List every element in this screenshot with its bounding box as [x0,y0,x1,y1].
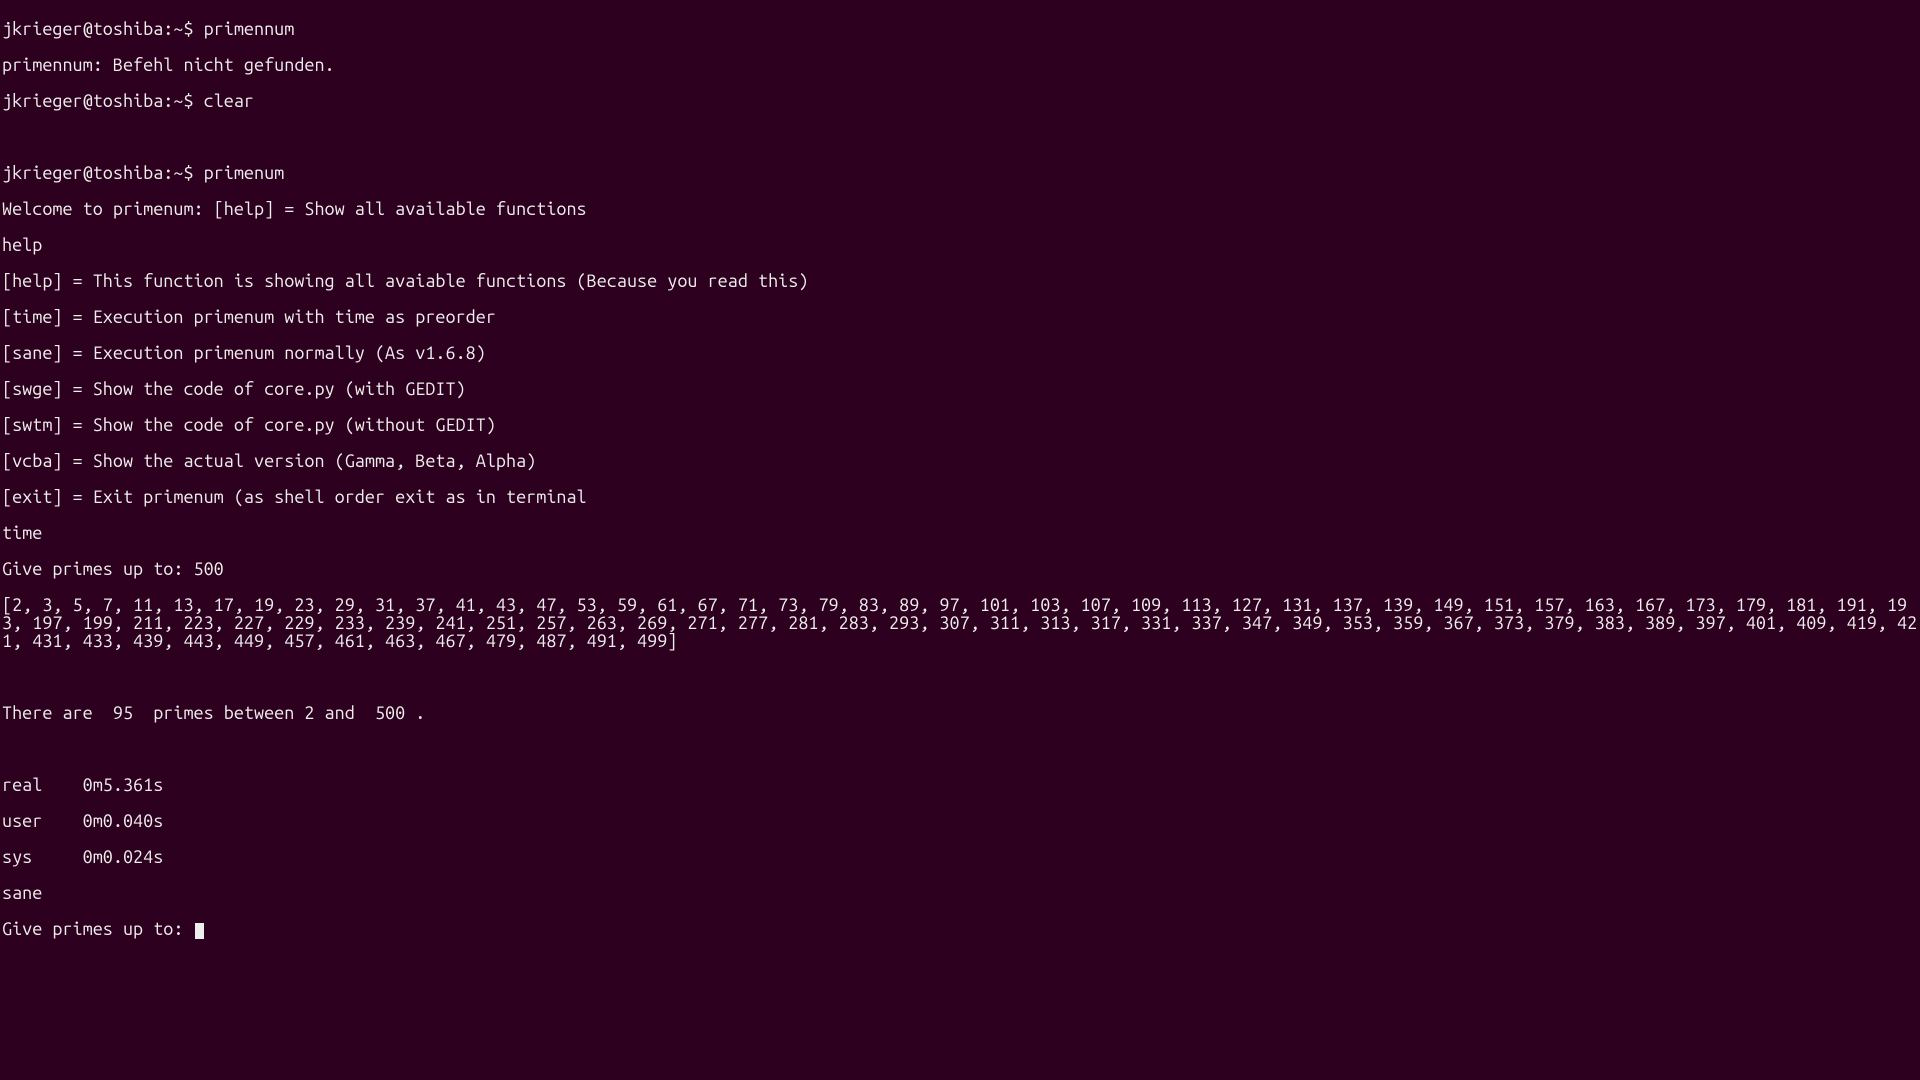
terminal-line: user 0m0.040s [2,812,1918,830]
terminal-line: jkrieger@toshiba:~$ primenum [2,164,1918,182]
terminal-line: There are 95 primes between 2 and 500 . [2,704,1918,722]
terminal-line: [swge] = Show the code of core.py (with … [2,380,1918,398]
terminal-line: sane [2,884,1918,902]
terminal-line: jkrieger@toshiba:~$ primennum [2,20,1918,38]
terminal-input-line[interactable]: Give primes up to: [2,920,1918,939]
terminal-line: [sane] = Execution primenum normally (As… [2,344,1918,362]
terminal-line: [exit] = Exit primenum (as shell order e… [2,488,1918,506]
terminal-line: Give primes up to: 500 [2,560,1918,578]
terminal-output-primes: [2, 3, 5, 7, 11, 13, 17, 19, 23, 29, 31,… [2,596,1918,650]
terminal-line [2,128,1918,146]
terminal-line: [swtm] = Show the code of core.py (witho… [2,416,1918,434]
cursor-icon [195,923,204,939]
shell-prompt: jkrieger@toshiba:~$ [2,163,204,183]
shell-prompt: jkrieger@toshiba:~$ [2,91,204,111]
command-text: primenum [204,163,285,183]
shell-prompt: jkrieger@toshiba:~$ [2,19,204,39]
terminal-window[interactable]: jkrieger@toshiba:~$ primennum primennum:… [0,0,1920,1080]
terminal-line: [help] = This function is showing all av… [2,272,1918,290]
terminal-line: primennum: Befehl nicht gefunden. [2,56,1918,74]
terminal-line: real 0m5.361s [2,776,1918,794]
terminal-line: [vcba] = Show the actual version (Gamma,… [2,452,1918,470]
terminal-line: sys 0m0.024s [2,848,1918,866]
terminal-line [2,668,1918,686]
terminal-line: help [2,236,1918,254]
terminal-line: time [2,524,1918,542]
terminal-line: jkrieger@toshiba:~$ clear [2,92,1918,110]
terminal-line: Welcome to primenum: [help] = Show all a… [2,200,1918,218]
terminal-line [2,740,1918,758]
prompt-text: Give primes up to: [2,919,194,939]
command-text: clear [204,91,254,111]
terminal-line: [time] = Execution primenum with time as… [2,308,1918,326]
command-text: primennum [204,19,295,39]
